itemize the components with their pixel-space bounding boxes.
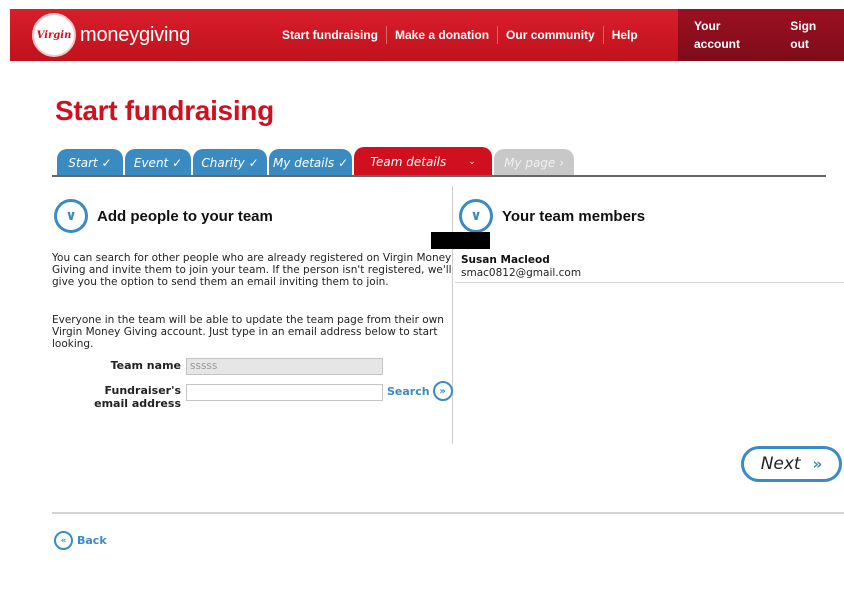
add-people-heading: ∨ Add people to your team <box>54 199 273 233</box>
nav-your-account[interactable]: Your account <box>686 17 774 53</box>
progress-tabs: Start ✓ Event ✓ Charity ✓ My details ✓ T… <box>57 147 576 176</box>
next-button[interactable]: Next » <box>741 446 842 482</box>
main-nav: Start fundraising Make a donation Our co… <box>274 9 646 61</box>
tab-team-details-label: Team details <box>370 154 447 169</box>
team-name-field: sssss <box>186 358 383 375</box>
tab-team-details[interactable]: Team details ⌄ <box>354 147 492 176</box>
site-logo[interactable]: Virgin moneygiving <box>32 13 190 57</box>
chevron-right-icon: » <box>432 381 453 401</box>
tab-charity[interactable]: Charity ✓ <box>193 149 267 176</box>
search-button[interactable]: Search » <box>387 381 453 401</box>
nav-start-fundraising[interactable]: Start fundraising <box>274 26 386 44</box>
virgin-logo-icon: Virgin <box>32 13 76 57</box>
info-paragraph: Everyone in the team will be able to upd… <box>52 314 444 350</box>
member-divider <box>455 282 844 283</box>
tab-my-details[interactable]: My details ✓ <box>269 149 352 176</box>
logo-mark: Virgin <box>36 29 72 41</box>
search-button-label: Search <box>387 384 430 398</box>
nav-our-community[interactable]: Our community <box>497 26 603 44</box>
team-member: Susan Macleod smac0812@gmail.com <box>461 254 581 280</box>
account-nav: Your account Sign out <box>686 9 844 61</box>
next-button-label: Next <box>760 454 801 474</box>
site-header: Virgin moneygiving Start fundraising Mak… <box>10 9 844 61</box>
member-name: Susan Macleod <box>461 254 550 266</box>
nav-make-a-donation[interactable]: Make a donation <box>386 26 497 44</box>
team-members-title: Your team members <box>502 207 646 225</box>
chevron-left-icon: « <box>54 531 73 550</box>
email-label: Fundraiser's email address <box>94 384 181 410</box>
nav-help[interactable]: Help <box>602 26 646 44</box>
tab-my-page: My page › <box>494 149 574 176</box>
team-name-label: Team name <box>110 359 181 372</box>
back-button[interactable]: « Back <box>54 531 107 550</box>
back-button-label: Back <box>77 534 107 547</box>
chevron-right-icon: » <box>812 455 823 473</box>
tabs-divider <box>52 175 826 177</box>
chevron-down-circle-icon: ∨ <box>459 199 493 233</box>
page-title: Start fundraising <box>55 95 274 126</box>
nav-sign-out[interactable]: Sign out <box>782 17 844 53</box>
logo-text: moneygiving <box>80 23 191 46</box>
chevron-down-icon: ⌄ <box>468 156 476 167</box>
member-email: smac0812@gmail.com <box>461 267 582 279</box>
team-members-heading: ∨ Your team members <box>459 199 645 233</box>
email-field[interactable] <box>186 384 383 401</box>
footer-divider <box>52 512 844 514</box>
intro-paragraph: You can search for other people who are … <box>52 252 452 288</box>
chevron-down-circle-icon: ∨ <box>54 199 88 233</box>
tab-event[interactable]: Event ✓ <box>125 149 191 176</box>
tab-start[interactable]: Start ✓ <box>57 149 123 176</box>
redaction-bar <box>431 232 490 249</box>
add-people-title: Add people to your team <box>97 207 273 225</box>
